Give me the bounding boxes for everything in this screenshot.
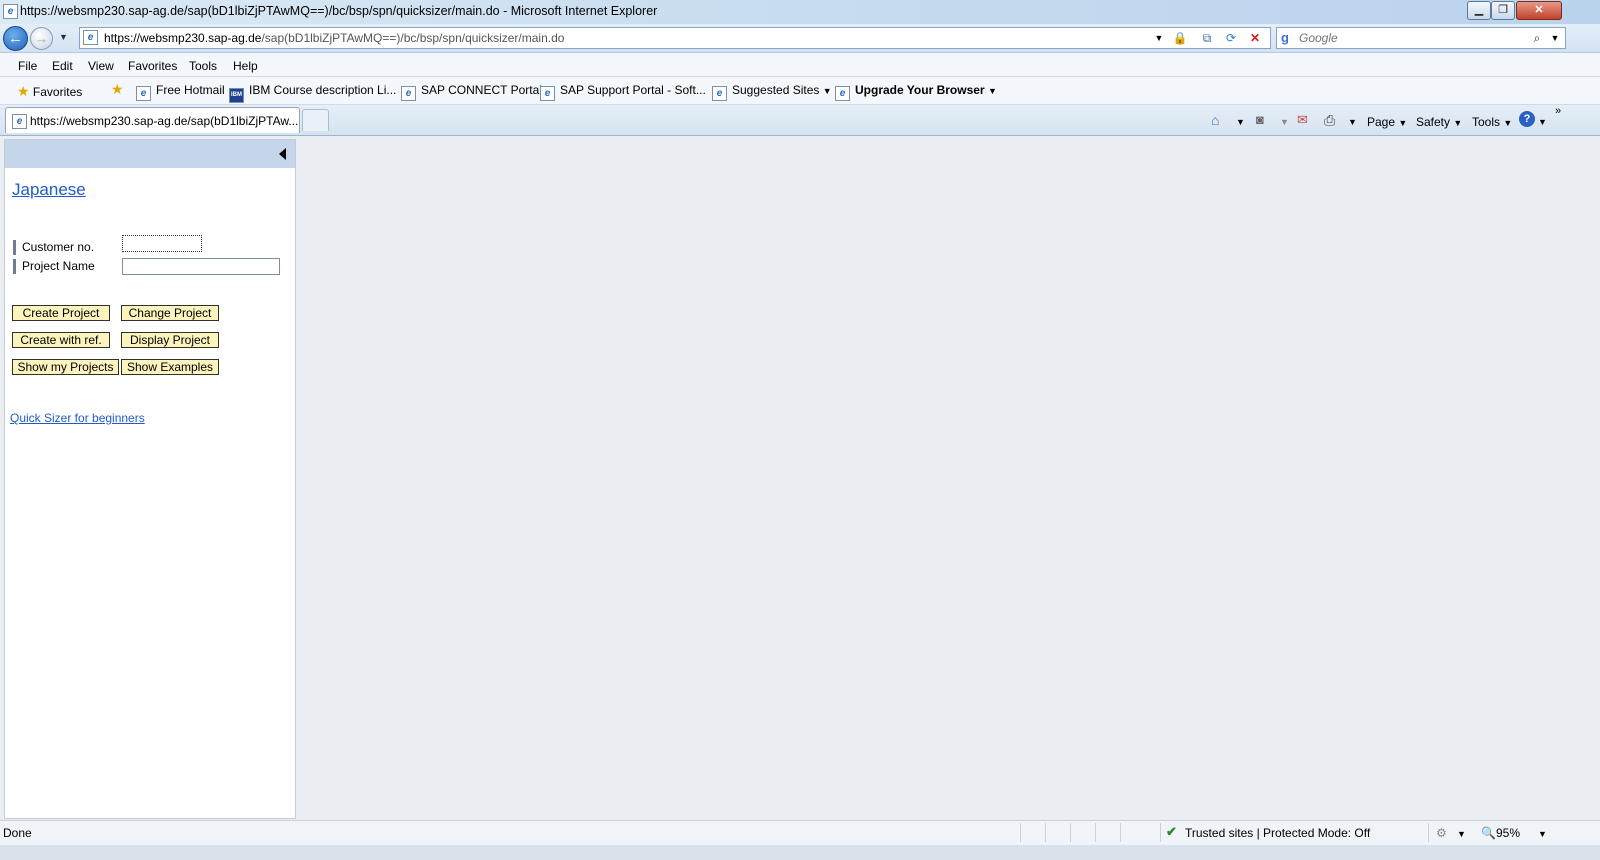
chevron-down-icon: ▼ — [987, 86, 997, 96]
page-icon: e — [83, 30, 98, 45]
menu-tools[interactable]: Tools — [189, 59, 217, 73]
menu-help[interactable]: Help — [233, 59, 258, 73]
menu-favorites[interactable]: Favorites — [128, 59, 177, 73]
chevron-down-icon: ▼ — [1398, 118, 1408, 128]
history-dropdown-icon[interactable]: ▼ — [59, 32, 68, 42]
ie-page-icon: e — [712, 86, 727, 101]
feeds-icon[interactable]: ◙ — [1256, 112, 1264, 127]
search-input[interactable] — [1299, 30, 1529, 45]
forward-button[interactable]: → — [30, 27, 53, 50]
window-title: https://websmp230.sap-ag.de/sap(bD1lbiZj… — [20, 4, 658, 18]
menu-bar: File Edit View Favorites Tools Help — [0, 53, 1600, 77]
ie-page-icon: e — [835, 86, 850, 101]
display-project-button[interactable]: Display Project — [121, 332, 219, 348]
project-name-label: Project Name — [13, 259, 95, 274]
security-zone[interactable]: Trusted sites | Protected Mode: Off — [1185, 826, 1370, 840]
stop-icon[interactable]: ✕ — [1247, 30, 1263, 46]
search-box[interactable]: g ⌕ ▼ — [1276, 27, 1566, 49]
compatibility-view-icon[interactable]: ⧉ — [1199, 30, 1215, 46]
search-dropdown-icon[interactable]: ▼ — [1547, 30, 1563, 46]
safety-menu[interactable]: Safety ▼ — [1416, 115, 1462, 129]
close-window-button[interactable]: ✕ — [1516, 1, 1562, 20]
favorites-star-icon: ★ — [17, 83, 30, 99]
fav-item-free-hotmail[interactable]: e Free Hotmail — [136, 83, 225, 101]
feeds-dropdown-icon[interactable]: ▼ — [1280, 117, 1289, 127]
tab-quicksizer[interactable]: e https://websmp230.sap-ag.de/sap(bD1lbi… — [5, 107, 300, 133]
home-icon[interactable]: ⌂ — [1211, 112, 1219, 128]
ie-page-icon: e — [136, 86, 151, 101]
show-my-projects-button[interactable]: Show my Projects — [12, 359, 119, 375]
favorites-button[interactable]: ★ Favorites — [17, 83, 82, 100]
maximize-button[interactable]: ❐ — [1491, 1, 1515, 20]
chevron-down-icon: ▼ — [822, 86, 832, 96]
tab-row: e https://websmp230.sap-ag.de/sap(bD1lbi… — [0, 105, 1600, 136]
ie-page-icon: e — [540, 86, 555, 101]
zoom-level[interactable]: 95% — [1496, 826, 1520, 840]
menu-edit[interactable]: Edit — [52, 59, 73, 73]
fav-item-upgrade-browser[interactable]: e Upgrade Your Browser ▼ — [835, 83, 997, 101]
tools-menu[interactable]: Tools ▼ — [1472, 115, 1512, 129]
tab-title: https://websmp230.sap-ag.de/sap(bD1lbiZj… — [30, 114, 299, 128]
menu-file[interactable]: File — [18, 59, 37, 73]
project-name-input[interactable] — [122, 258, 280, 275]
window-bottom-edge — [0, 845, 1600, 860]
customer-no-input[interactable] — [122, 235, 202, 252]
create-project-button[interactable]: Create Project — [12, 305, 110, 321]
quicksizer-panel: Japanese Customer no. Project Name Creat… — [4, 139, 296, 819]
search-icon[interactable]: ⌕ — [1529, 30, 1545, 46]
help-dropdown-icon[interactable]: ▼ — [1538, 117, 1547, 127]
print-icon[interactable]: ⎙ — [1324, 112, 1335, 129]
mail-icon[interactable]: ✉ — [1297, 112, 1308, 128]
customer-no-label: Customer no. — [13, 240, 94, 255]
help-icon[interactable]: ? — [1519, 111, 1535, 127]
chevron-down-icon: ▼ — [1503, 118, 1513, 128]
new-tab-button[interactable] — [302, 109, 329, 131]
navigation-bar: ← → ▼ e https://websmp230.sap-ag.de/sap(… — [0, 24, 1600, 53]
trusted-check-icon: ✔ — [1166, 824, 1177, 839]
zoom-dropdown-icon[interactable]: ▼ — [1538, 829, 1547, 839]
print-dropdown-icon[interactable]: ▼ — [1348, 117, 1357, 127]
fav-item-sap-connect[interactable]: e SAP CONNECT Portal — [401, 83, 542, 101]
create-with-ref-button[interactable]: Create with ref. — [12, 332, 110, 348]
zoom-icon: 🔍 — [1481, 826, 1496, 840]
change-project-button[interactable]: Change Project — [121, 305, 219, 321]
address-url[interactable]: https://websmp230.sap-ag.de/sap(bD1lbiZj… — [104, 31, 564, 45]
language-link[interactable]: Japanese — [12, 180, 86, 200]
zone-dropdown-icon[interactable]: ▼ — [1457, 829, 1466, 839]
protected-mode-icon[interactable]: ⚙ — [1436, 826, 1447, 840]
address-dropdown-icon[interactable]: ▼ — [1151, 30, 1167, 46]
ibm-icon: IBM — [229, 88, 244, 103]
show-examples-button[interactable]: Show Examples — [121, 359, 219, 375]
home-dropdown-icon[interactable]: ▼ — [1236, 117, 1245, 127]
panel-header — [5, 140, 295, 168]
refresh-icon[interactable]: ⟳ — [1223, 30, 1239, 46]
ie-icon: e — [3, 4, 18, 19]
favorites-bar: ★ Favorites ★ e Free Hotmail IBM IBM Cours… — [0, 77, 1600, 105]
status-bar: Done ✔ Trusted sites | Protected Mode: O… — [0, 820, 1600, 845]
fav-item-suggested-sites[interactable]: e Suggested Sites ▼ — [712, 83, 832, 101]
add-to-favorites-icon[interactable]: ★ — [111, 81, 124, 98]
more-chevron-icon[interactable]: » — [1555, 105, 1561, 117]
back-button[interactable]: ← — [3, 26, 28, 51]
status-text: Done — [3, 826, 32, 840]
lock-icon[interactable]: 🔒 — [1172, 30, 1188, 46]
page-menu[interactable]: Page ▼ — [1367, 115, 1407, 129]
menu-view[interactable]: View — [88, 59, 114, 73]
chevron-down-icon: ▼ — [1453, 118, 1463, 128]
window-title-bar: e https://websmp230.sap-ag.de/sap(bD1lbi… — [0, 0, 1600, 25]
minimize-button[interactable]: ▁ — [1467, 1, 1491, 20]
fav-item-sap-support[interactable]: e SAP Support Portal - Soft... — [540, 83, 706, 101]
google-icon: g — [1281, 30, 1289, 45]
collapse-panel-icon[interactable] — [279, 148, 286, 160]
address-bar[interactable]: e https://websmp230.sap-ag.de/sap(bD1lbi… — [79, 27, 1271, 49]
ie-page-icon: e — [401, 86, 416, 101]
tab-page-icon: e — [12, 114, 27, 129]
fav-item-ibm-course[interactable]: IBM IBM Course description Li... — [229, 83, 396, 103]
page-content: Japanese Customer no. Project Name Creat… — [0, 136, 1600, 819]
quick-sizer-beginners-link[interactable]: Quick Sizer for beginners — [10, 411, 145, 425]
